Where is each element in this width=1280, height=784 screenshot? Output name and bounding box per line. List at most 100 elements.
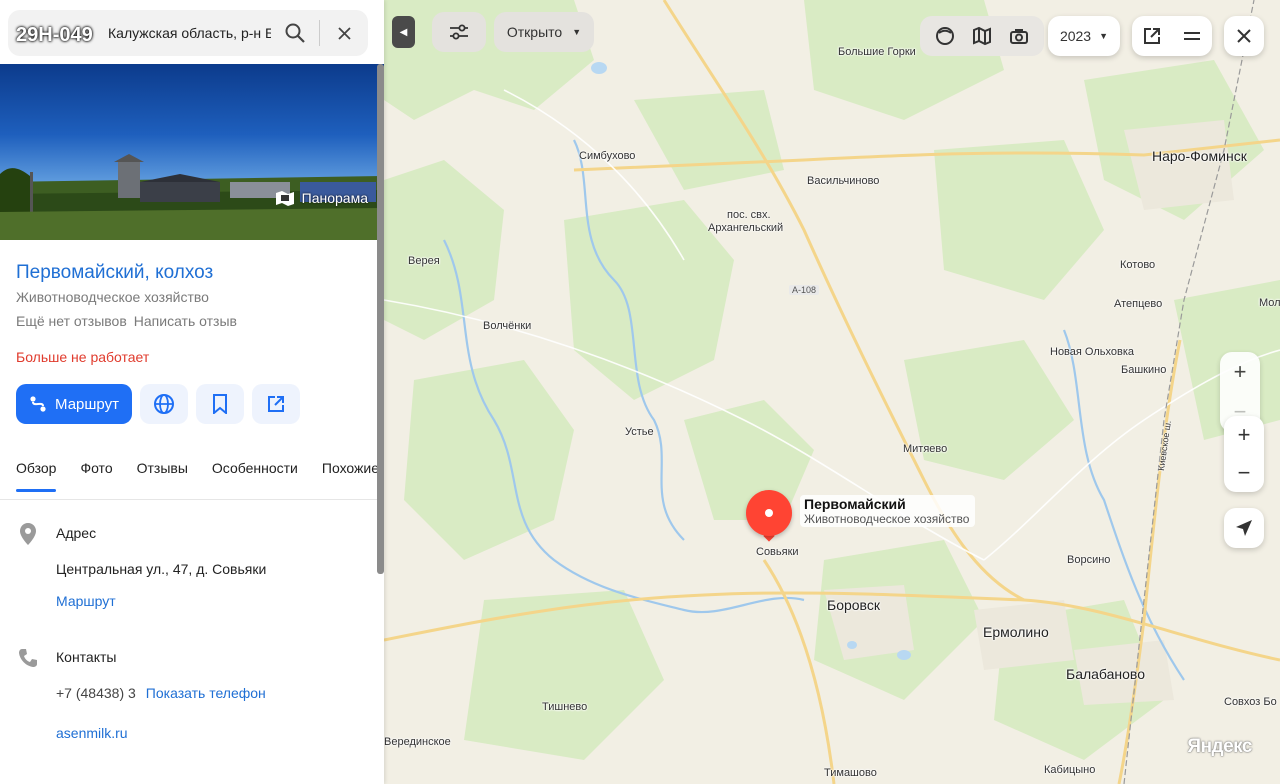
route-label: Маршрут xyxy=(55,395,119,413)
external-link-icon[interactable] xyxy=(1143,27,1161,45)
place-label: Симбухово xyxy=(579,150,636,162)
place-label: Ермолино xyxy=(983,624,1049,640)
tab-features[interactable]: Особенности xyxy=(212,460,298,476)
location-marker-icon xyxy=(20,523,36,545)
phone-icon xyxy=(19,649,37,667)
place-label: Митяево xyxy=(903,443,948,455)
tab-similar[interactable]: Похожие xyxy=(322,460,379,476)
panorama-button[interactable]: Панорама xyxy=(274,188,368,208)
open-now-filter[interactable]: Открыто ▼ xyxy=(494,12,594,52)
triangle-down-icon: ▼ xyxy=(572,27,582,37)
search-icon xyxy=(285,23,305,43)
place-label: Архангельский xyxy=(708,222,784,234)
tab-reviews[interactable]: Отзывы xyxy=(137,460,188,476)
no-reviews-text: Ещё нет отзывов xyxy=(16,313,127,329)
place-label: Совхоз Бо xyxy=(1224,696,1277,708)
place-label: Верединское xyxy=(384,736,451,748)
map-layer-icon[interactable] xyxy=(971,25,993,47)
route-button[interactable]: Маршрут xyxy=(16,384,132,424)
pin-label[interactable]: Первомайский Животноводческое хозяйство xyxy=(800,495,976,527)
place-label: Верея xyxy=(408,255,440,267)
search-button[interactable] xyxy=(271,10,319,56)
tabs: Обзор Фото Отзывы Особенности Похожие xyxy=(16,460,379,492)
place-label: Атепцево xyxy=(1114,298,1163,310)
photo-scene xyxy=(0,154,384,240)
address-route-link[interactable]: Маршрут xyxy=(56,593,116,609)
close-panorama-button[interactable] xyxy=(1224,16,1264,56)
write-review-link[interactable]: Написать отзыв xyxy=(134,313,237,329)
organization-title[interactable]: Первомайский, колхоз xyxy=(16,262,213,284)
place-label: Васильчиново xyxy=(807,175,880,187)
collapse-panel-button[interactable]: ◀ xyxy=(392,16,415,48)
share-icon xyxy=(268,396,284,412)
menu-icon[interactable] xyxy=(1183,27,1201,45)
route-icon xyxy=(30,396,46,412)
plus-icon[interactable]: + xyxy=(1234,361,1247,383)
close-icon xyxy=(337,26,351,40)
year-value: 2023 xyxy=(1059,28,1092,44)
place-label: пос. свх. xyxy=(727,209,771,221)
place-label: Кабицыно xyxy=(1044,764,1096,776)
view-options-group xyxy=(1132,16,1212,56)
place-label: Котово xyxy=(1120,259,1156,271)
tab-photos[interactable]: Фото xyxy=(80,460,112,476)
image-watermark: 29H-049 xyxy=(16,24,93,46)
year-select[interactable]: 2023 ▼ xyxy=(1048,16,1120,56)
road-number: А-108 xyxy=(789,285,820,295)
place-label: Наро-Фоминск xyxy=(1152,148,1247,164)
globe-icon xyxy=(154,394,174,414)
contacts-heading: Контакты xyxy=(56,649,117,665)
place-label: Боровск xyxy=(827,597,880,613)
navigation-arrow-icon xyxy=(1236,520,1252,536)
map-zoom: + − xyxy=(1224,416,1264,492)
panorama-icon xyxy=(275,191,294,206)
place-label: Башкино xyxy=(1121,364,1167,376)
chevron-left-icon: ◀ xyxy=(399,26,408,38)
filter-label: Открыто xyxy=(506,24,563,40)
yandex-logo: Яндекс xyxy=(1187,736,1252,757)
place-label: Большие Горки xyxy=(838,46,916,58)
pin-title: Первомайский xyxy=(804,496,906,512)
panorama-layer-icon[interactable] xyxy=(934,25,956,47)
layers-toolbar xyxy=(920,16,1044,56)
location-pin-icon[interactable] xyxy=(746,490,792,536)
place-label: Тишнево xyxy=(542,701,588,713)
zoom-in-icon[interactable]: + xyxy=(1238,424,1251,446)
zoom-out-icon[interactable]: − xyxy=(1238,462,1251,484)
place-label: Ворсино xyxy=(1067,554,1111,566)
organization-photo[interactable]: Панорама xyxy=(0,64,384,240)
map-canvas[interactable] xyxy=(384,0,1280,784)
organization-category: Животноводческое хозяйство xyxy=(16,289,209,305)
tab-overview[interactable]: Обзор xyxy=(16,460,57,492)
map-area[interactable]: Большие Горки Симбухово Васильчиново Нар… xyxy=(384,0,1280,784)
reviews-row: Ещё нет отзывов Написать отзыв xyxy=(16,313,237,329)
place-label: Совьяки xyxy=(756,546,799,558)
camera-icon[interactable] xyxy=(1008,25,1030,47)
filters-button[interactable] xyxy=(432,12,486,52)
panorama-label: Панорама xyxy=(301,190,368,206)
tabs-divider xyxy=(0,499,384,500)
clear-search-button[interactable] xyxy=(320,10,368,56)
sliders-icon xyxy=(450,24,468,40)
address-value[interactable]: Центральная ул., 47, д. Совьяки xyxy=(56,561,266,577)
bookmark-icon xyxy=(213,394,227,414)
my-location-button[interactable] xyxy=(1224,508,1264,548)
phone-partial: +7 (48438) 3 xyxy=(56,685,136,701)
status-badge: Больше не работает xyxy=(16,349,150,365)
triangle-down-icon: ▼ xyxy=(1099,31,1109,41)
panel-scrollbar[interactable] xyxy=(377,64,384,574)
place-label: Волчёнки xyxy=(483,320,532,332)
place-label: Балабаново xyxy=(1066,666,1145,682)
website-button[interactable] xyxy=(140,384,188,424)
place-label: Тимашово xyxy=(824,767,877,779)
show-phone-link[interactable]: Показать телефон xyxy=(146,685,266,701)
phone-row: +7 (48438) 3 Показать телефон xyxy=(56,685,266,701)
website-link[interactable]: asenmilk.ru xyxy=(56,725,128,741)
place-label: Новая Ольховка xyxy=(1050,346,1135,358)
address-heading: Адрес xyxy=(56,525,97,541)
place-label: Мол xyxy=(1259,297,1280,309)
share-button[interactable] xyxy=(252,384,300,424)
bookmark-button[interactable] xyxy=(196,384,244,424)
place-label: Устье xyxy=(625,426,654,438)
organization-panel: Калужская область, р-н Боровск 29H-049 П… xyxy=(0,0,384,784)
